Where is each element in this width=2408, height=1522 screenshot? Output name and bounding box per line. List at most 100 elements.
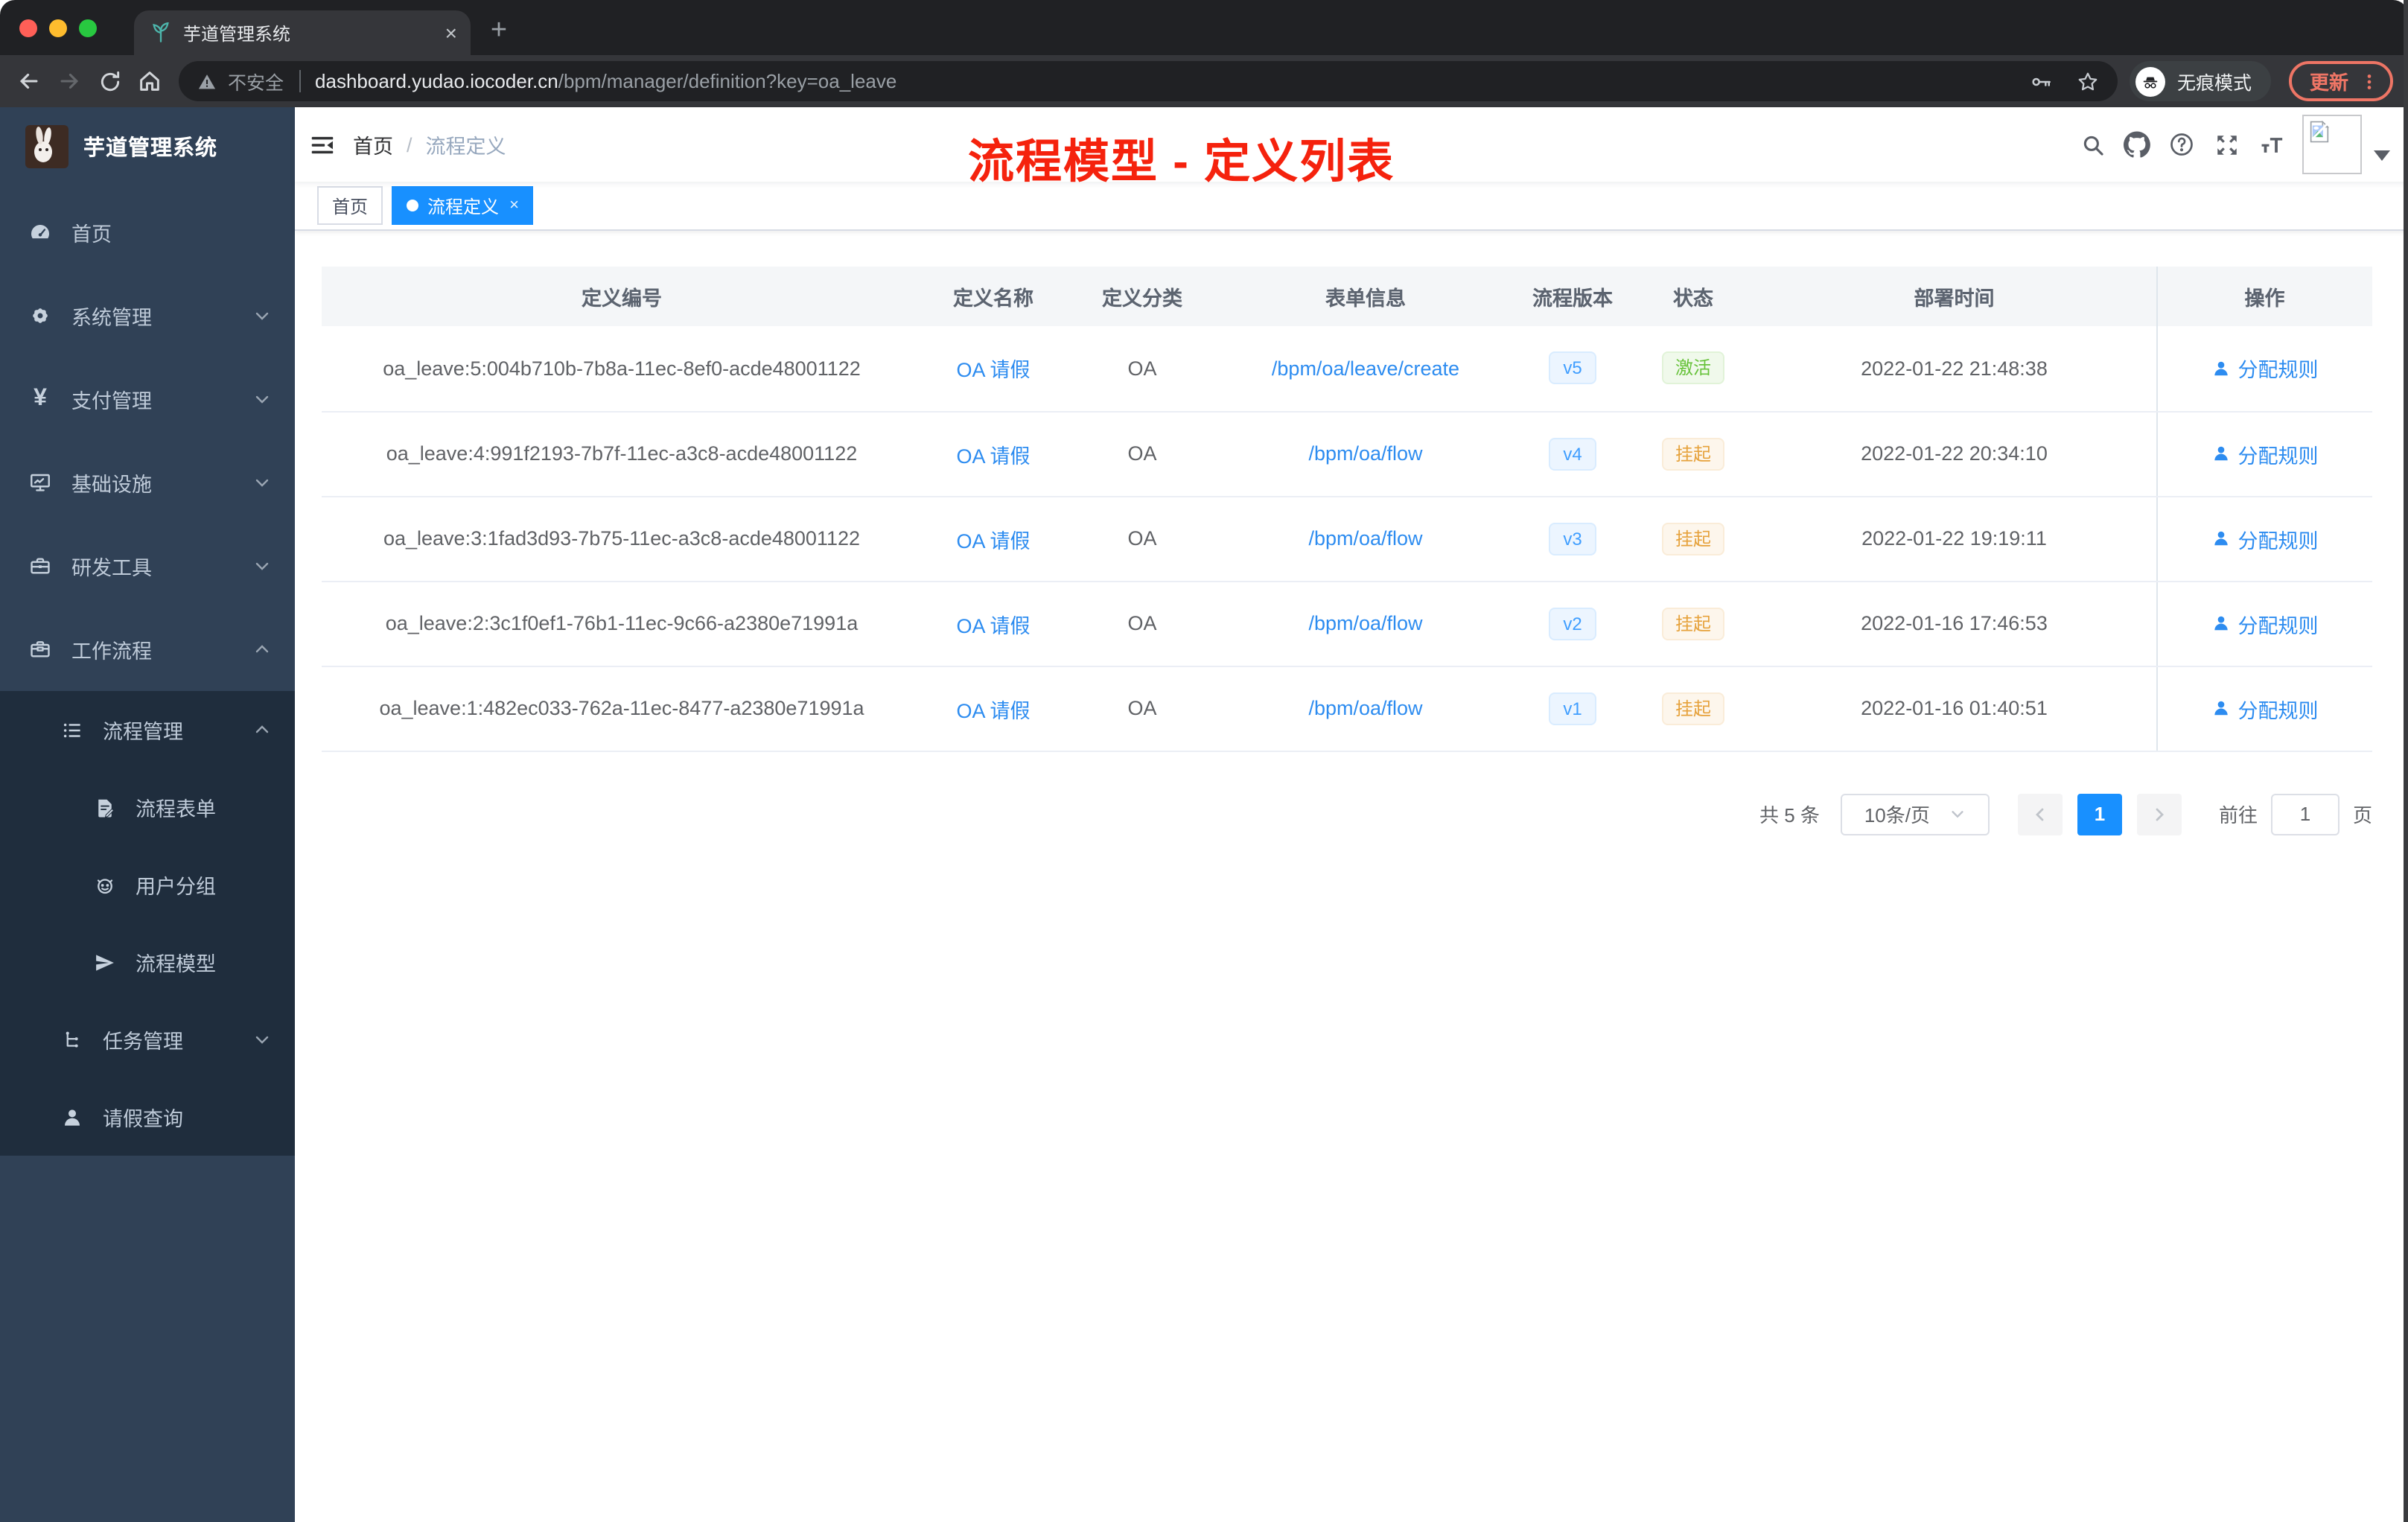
app-frame: 芋道管理系统 首页 系统管理 ¥ 支付管理 基础设施 研发工具 工作流程 流程管…: [0, 107, 2408, 1522]
sidebar-item-label: 支付管理: [71, 390, 152, 413]
goto-page-input[interactable]: [2270, 793, 2339, 835]
search-icon[interactable]: [2070, 107, 2115, 182]
assign-rule-button[interactable]: 分配规则: [2211, 523, 2319, 553]
sidebar-item-label: 系统管理: [71, 307, 152, 329]
assign-rule-button[interactable]: 分配规则: [2211, 439, 2319, 468]
assign-rule-button[interactable]: 分配规则: [2211, 354, 2319, 383]
dashboard-icon: [28, 220, 52, 244]
cell-category: OA: [1065, 666, 1220, 751]
cell-deploy-time: 2022-01-22 21:48:38: [1753, 326, 2156, 412]
definition-name-link[interactable]: OA 请假: [956, 445, 1030, 467]
back-icon[interactable]: [9, 61, 49, 101]
sidebar-item-system[interactable]: 系统管理: [0, 274, 295, 357]
sidebar-item-infrastructure[interactable]: 基础设施: [0, 441, 295, 524]
sidebar-item-task-management[interactable]: 任务管理: [0, 1001, 295, 1078]
window-controls: [19, 19, 97, 37]
goto-label: 前往: [2218, 804, 2258, 827]
password-key-icon[interactable]: [2030, 69, 2054, 93]
gear-icon: [28, 304, 52, 328]
page-content: 定义编号 定义名称 定义分类 表单信息 流程版本 状态 部署时间 操作 oa_l: [295, 231, 2408, 1522]
window-zoom-button[interactable]: [79, 19, 97, 37]
definition-name-link[interactable]: OA 请假: [956, 360, 1030, 382]
status-badge: 挂起: [1661, 692, 1724, 725]
sidebar-item-process-form[interactable]: 流程表单: [0, 768, 295, 846]
definition-name-link[interactable]: OA 请假: [956, 529, 1030, 552]
col-deploy-time: 部署时间: [1753, 267, 2156, 326]
chevron-right-icon: [2156, 807, 2164, 821]
sidebar-item-label: 基础设施: [71, 474, 152, 496]
hamburger-icon[interactable]: [295, 107, 353, 182]
url-path: /bpm/manager/definition?key=oa_leave: [558, 70, 897, 92]
window-close-button[interactable]: [19, 19, 37, 37]
url-text[interactable]: dashboard.yudao.iocoder.cn/bpm/manager/d…: [315, 70, 896, 92]
tag-process-definition[interactable]: 流程定义 ×: [392, 186, 534, 225]
font-size-icon[interactable]: [2249, 107, 2293, 182]
fullscreen-icon[interactable]: [2204, 107, 2249, 182]
prev-page-button[interactable]: [2017, 793, 2063, 835]
sidebar-item-workflow[interactable]: 工作流程: [0, 608, 295, 691]
chevron-up-icon: [253, 721, 271, 739]
robot-face-icon: [92, 873, 116, 897]
tag-home[interactable]: 首页: [317, 186, 383, 225]
browser-tab[interactable]: 芋道管理系统 ×: [134, 10, 471, 55]
sidebar-item-home[interactable]: 首页: [0, 191, 295, 274]
page-unit-label: 页: [2352, 804, 2372, 827]
breadcrumb-home[interactable]: 首页: [353, 130, 393, 159]
version-badge: v3: [1548, 522, 1597, 555]
browser-menu-dots-icon[interactable]: [2359, 69, 2380, 93]
chevron-up-icon: [253, 640, 271, 658]
form-link[interactable]: /bpm/oa/flow: [1308, 612, 1422, 634]
table-row: oa_leave:4:991f2193-7b7f-11ec-a3c8-acde4…: [322, 411, 2372, 497]
sidebar-item-user-group[interactable]: 用户分组: [0, 846, 295, 923]
sidebar-item-leave-query[interactable]: 请假查询: [0, 1078, 295, 1156]
next-page-button[interactable]: [2136, 793, 2182, 835]
sidebar-item-label: 任务管理: [103, 1031, 183, 1053]
sidebar-item-process-management[interactable]: 流程管理: [0, 691, 295, 768]
form-link[interactable]: /bpm/oa/flow: [1308, 697, 1422, 719]
incognito-badge: 无痕模式: [2129, 61, 2271, 101]
tag-close-icon[interactable]: ×: [509, 197, 519, 214]
tags-view-bar: 首页 流程定义 ×: [295, 182, 2408, 231]
breadcrumb-separator: /: [407, 133, 413, 156]
help-question-icon[interactable]: [2159, 107, 2204, 182]
home-icon[interactable]: [130, 61, 170, 101]
tab-close-icon[interactable]: ×: [445, 22, 457, 43]
cell-definition-id: oa_leave:2:3c1f0ef1-76b1-11ec-9c66-a2380…: [322, 581, 922, 666]
security-label[interactable]: 不安全: [228, 67, 284, 95]
status-badge: 挂起: [1661, 437, 1724, 470]
browser-update-button[interactable]: 更新: [2288, 61, 2393, 101]
assign-rule-button[interactable]: 分配规则: [2211, 693, 2319, 723]
current-page-button[interactable]: 1: [2077, 793, 2122, 835]
definition-name-link[interactable]: OA 请假: [956, 614, 1030, 637]
form-link[interactable]: /bpm/oa/flow: [1308, 527, 1422, 550]
table-header-row: 定义编号 定义名称 定义分类 表单信息 流程版本 状态 部署时间 操作: [322, 267, 2372, 326]
briefcase-icon: [28, 637, 52, 661]
bookmark-star-icon[interactable]: [2076, 69, 2100, 93]
cell-deploy-time: 2022-01-16 01:40:51: [1753, 666, 2156, 751]
browser-toolbar: 不安全 dashboard.yudao.iocoder.cn/bpm/manag…: [0, 55, 2408, 107]
new-tab-button[interactable]: +: [480, 12, 518, 51]
navbar-actions: [2070, 107, 2393, 182]
org-tree-icon: [60, 1028, 83, 1051]
window-minimize-button[interactable]: [49, 19, 67, 37]
pagination-total: 共 5 条: [1759, 804, 1820, 827]
avatar[interactable]: [2302, 115, 2362, 174]
form-link[interactable]: /bpm/oa/flow: [1308, 442, 1422, 465]
form-link[interactable]: /bpm/oa/leave/create: [1272, 357, 1459, 380]
toolbox-icon: [28, 554, 52, 578]
sidebar-item-process-model[interactable]: 流程模型: [0, 923, 295, 1001]
sidebar-item-devtools[interactable]: 研发工具: [0, 524, 295, 608]
assign-rule-button[interactable]: 分配规则: [2211, 608, 2319, 638]
sidebar-item-payment[interactable]: ¥ 支付管理: [0, 357, 295, 441]
app-title: 芋道管理系统: [83, 136, 217, 160]
avatar-caret-down-icon[interactable]: [2374, 150, 2390, 160]
address-bar[interactable]: 不安全 dashboard.yudao.iocoder.cn/bpm/manag…: [179, 61, 2118, 101]
github-icon[interactable]: [2115, 107, 2159, 182]
sidebar-item-label: 流程模型: [136, 953, 216, 975]
reload-icon[interactable]: [89, 61, 130, 101]
page-size-select[interactable]: 10条/页: [1840, 793, 1990, 835]
table-row: oa_leave:1:482ec033-762a-11ec-8477-a2380…: [322, 666, 2372, 751]
definition-name-link[interactable]: OA 请假: [956, 699, 1030, 722]
forward-icon[interactable]: [49, 61, 89, 101]
person-icon: [2214, 616, 2228, 631]
